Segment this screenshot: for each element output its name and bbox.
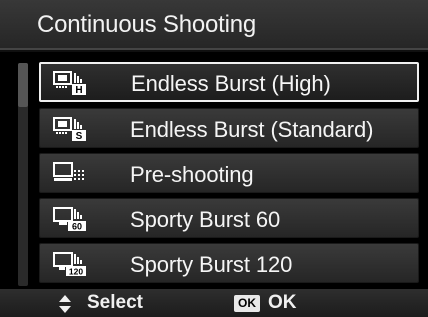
- burst-high-icon: H: [53, 71, 86, 96]
- scroll-thumb[interactable]: [18, 63, 28, 107]
- up-down-arrow-icon: [59, 295, 71, 313]
- scrollbar[interactable]: [18, 63, 28, 286]
- menu-item-label: Endless Burst (Standard): [130, 117, 374, 142]
- pre-shooting-icon: [53, 162, 84, 181]
- page-title: Continuous Shooting: [37, 11, 257, 38]
- svg-text:S: S: [76, 131, 83, 142]
- menu-item-label: Sporty Burst 60: [130, 207, 281, 232]
- sporty-burst-60-icon: 60: [53, 207, 86, 232]
- menu-item-label: Pre-shooting: [130, 162, 254, 187]
- footer-bar: Select OK OK: [0, 289, 428, 317]
- menu-item-endless-burst-standard[interactable]: S Endless Burst (Standard): [39, 108, 419, 148]
- camera-menu-screen: Continuous Shooting H Endless Burst (Hig…: [0, 0, 428, 317]
- menu-item-sporty-burst-60[interactable]: 60 Sporty Burst 60: [39, 198, 419, 238]
- footer-ok-hint: OK: [268, 292, 297, 313]
- menu-item-label: Sporty Burst 120: [130, 252, 293, 277]
- sporty-burst-120-icon: 120: [53, 252, 86, 277]
- menu-item-pre-shooting[interactable]: Pre-shooting: [39, 153, 419, 193]
- title-bar: Continuous Shooting: [0, 0, 428, 50]
- menu-item-label: Endless Burst (High): [131, 71, 331, 96]
- burst-standard-icon: S: [53, 117, 86, 142]
- svg-text:H: H: [75, 85, 82, 96]
- menu-item-endless-burst-high[interactable]: H Endless Burst (High): [39, 62, 419, 102]
- menu-item-sporty-burst-120[interactable]: 120 Sporty Burst 120: [39, 243, 419, 283]
- ok-button-icon: OK: [234, 295, 260, 312]
- footer-select-hint: Select: [87, 292, 143, 313]
- svg-text:60: 60: [72, 222, 82, 232]
- svg-text:120: 120: [69, 267, 83, 277]
